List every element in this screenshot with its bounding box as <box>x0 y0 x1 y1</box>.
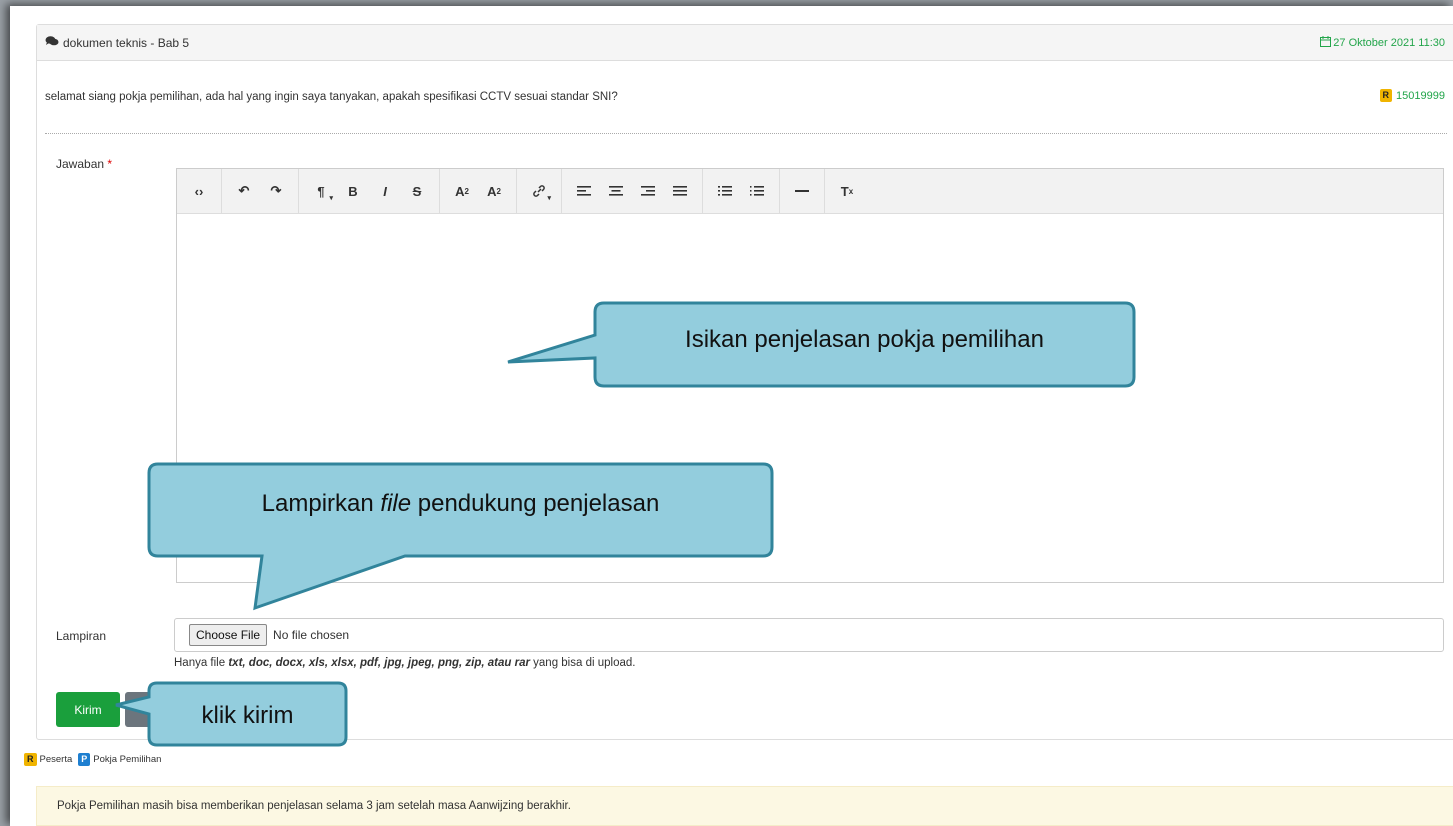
attachment-label: Lampiran <box>56 629 107 643</box>
answer-label-text: Jawaban <box>56 157 105 171</box>
legend-r-label: Peserta <box>39 754 73 765</box>
badge-legend: R Peserta P Pokja Pemilihan <box>24 753 161 766</box>
superscript-icon[interactable]: A2 <box>448 177 476 205</box>
comments-icon <box>45 35 59 50</box>
legend-r-badge: R <box>24 753 37 766</box>
file-input[interactable]: Choose File No file chosen <box>174 618 1444 652</box>
answer-label: Jawaban * <box>56 157 112 171</box>
code-view-icon[interactable]: ‹› <box>185 177 213 205</box>
user-id-text: 15019999 <box>1396 89 1445 102</box>
clear-format-icon[interactable]: Tx <box>833 177 861 205</box>
calendar-icon <box>1320 35 1332 50</box>
horizontal-rule-icon[interactable] <box>788 177 816 205</box>
legend-p-badge: P <box>78 753 91 766</box>
panel-header: dokumen teknis - Bab 5 27 Oktober 2021 1… <box>37 25 1453 61</box>
callout-submit-text: klik kirim <box>201 702 294 729</box>
hint-types: txt, doc, docx, xls, xlsx, pdf, jpg, jpe… <box>228 657 530 669</box>
topic-text: dokumen teknis - Bab 5 <box>63 35 190 50</box>
question-panel: dokumen teknis - Bab 5 27 Oktober 2021 1… <box>36 24 1453 740</box>
bold-icon[interactable]: B <box>339 177 367 205</box>
date-text: 27 Oktober 2021 11:30 <box>1333 36 1445 49</box>
link-icon[interactable]: ▾ <box>525 177 553 205</box>
callout-attach-pre: Lampirkan <box>261 490 381 517</box>
align-left-icon[interactable] <box>570 177 598 205</box>
legend-p-label: Pokja Pemilihan <box>93 754 162 765</box>
upload-hint: Hanya file txt, doc, docx, xls, xlsx, pd… <box>174 657 635 669</box>
callout-attach-italic: file <box>380 490 412 517</box>
question-text: selamat siang pokja pemilihan, ada hal y… <box>45 91 618 103</box>
hint-prefix: Hanya file <box>174 657 229 669</box>
post-date: 27 Oktober 2021 11:30 <box>1320 35 1445 50</box>
callout-attach-post: pendukung penjelasan <box>411 490 660 517</box>
editor-toolbar: ‹› ↶ ↷ ¶ ▾ B I S A2 A2 ▾ T x <box>177 169 1443 214</box>
callout-attach-text: Lampirkan file pendukung penjelasan <box>149 490 772 518</box>
align-right-icon[interactable] <box>634 177 662 205</box>
choose-file-button[interactable]: Choose File <box>189 624 268 646</box>
kirim-button[interactable]: Kirim <box>56 692 120 727</box>
topic-title: dokumen teknis - Bab 5 <box>45 35 189 50</box>
hint-suffix: yang bisa di upload. <box>529 657 636 669</box>
redo-icon[interactable]: ↷ <box>262 177 290 205</box>
user-id: R 15019999 <box>1379 89 1445 102</box>
rich-text-editor: ‹› ↶ ↷ ¶ ▾ B I S A2 A2 ▾ T x <box>176 168 1444 583</box>
divider <box>45 133 1447 134</box>
notice-alert: Pokja Pemilihan masih bisa memberikan pe… <box>36 786 1453 826</box>
ordered-list-icon[interactable] <box>743 177 771 205</box>
no-file-text: No file chosen <box>273 628 350 642</box>
align-justify-icon[interactable] <box>666 177 694 205</box>
italic-icon[interactable]: I <box>371 177 399 205</box>
undo-icon[interactable]: ↶ <box>230 177 258 205</box>
required-mark: * <box>107 157 113 171</box>
subscript-icon[interactable]: A2 <box>480 177 508 205</box>
unordered-list-icon[interactable] <box>711 177 739 205</box>
callout-editor-text: Isikan penjelasan pokja pemilihan <box>685 326 1044 353</box>
align-center-icon[interactable] <box>602 177 630 205</box>
strikethrough-icon[interactable]: S <box>403 177 431 205</box>
paragraph-icon[interactable]: ¶ ▾ <box>307 177 335 205</box>
peserta-badge: R <box>1379 89 1393 102</box>
answer-textarea[interactable] <box>177 214 1443 582</box>
